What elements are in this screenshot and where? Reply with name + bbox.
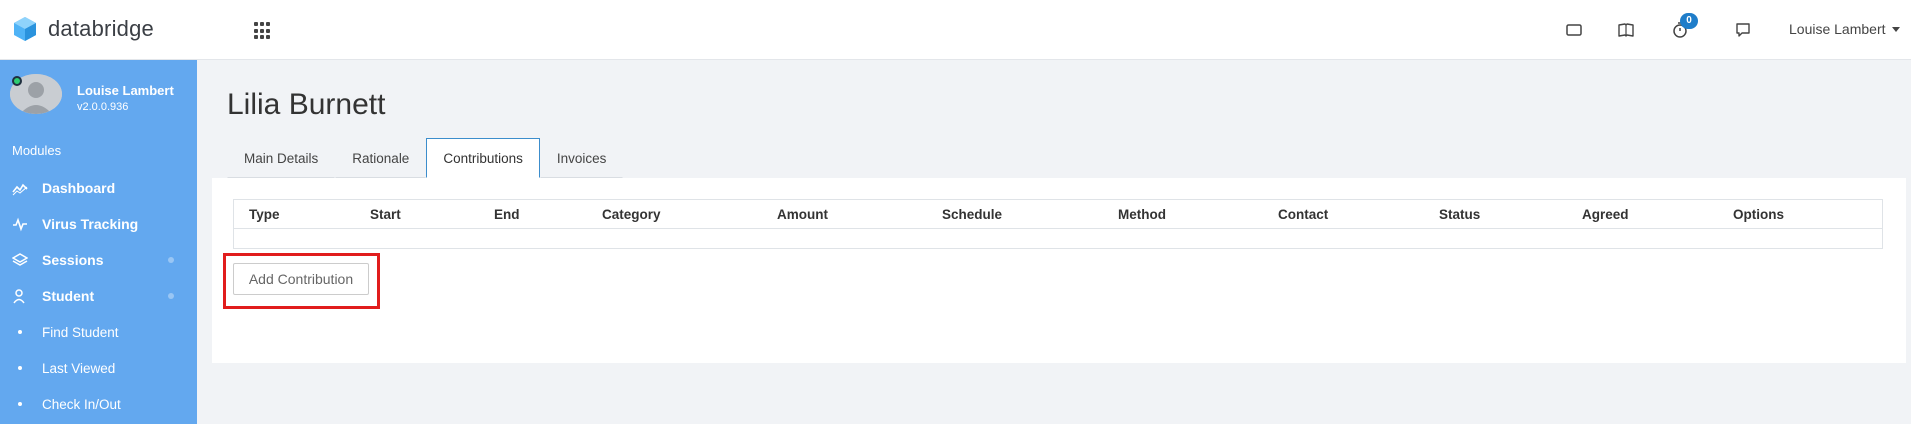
page-title: Lilia Burnett xyxy=(227,88,386,121)
add-contribution-button[interactable]: Add Contribution xyxy=(233,263,369,295)
layers-icon xyxy=(12,253,28,266)
apps-grid-icon[interactable] xyxy=(254,22,272,40)
book-icon[interactable] xyxy=(1617,21,1635,39)
brand[interactable]: databridge xyxy=(12,16,154,42)
users-icon xyxy=(13,289,25,304)
contributions-table: Type Start End Category Amount Schedule … xyxy=(233,199,1883,249)
bullet-icon xyxy=(18,402,22,406)
expand-indicator-icon xyxy=(168,293,174,299)
sidebar-item-label: Student xyxy=(42,288,95,304)
modules-section-label: Modules xyxy=(12,143,62,158)
logo-icon xyxy=(14,17,36,41)
tab-main-details[interactable]: Main Details xyxy=(227,138,336,178)
column-header-options[interactable]: Options xyxy=(1733,207,1784,222)
sidebar-item-label: Check In/Out xyxy=(42,396,121,412)
table-header: Type Start End Category Amount Schedule … xyxy=(234,200,1882,229)
column-header-category[interactable]: Category xyxy=(602,207,661,222)
tab-invoices[interactable]: Invoices xyxy=(539,138,624,178)
bullet-icon xyxy=(18,366,22,370)
bullet-icon xyxy=(18,330,22,334)
sidebar: Louise Lambert v2.0.0.936 Modules Dashbo… xyxy=(0,60,197,424)
sidebar-item-find-student[interactable]: Find Student xyxy=(0,317,197,347)
column-header-start[interactable]: Start xyxy=(370,207,401,222)
column-header-status[interactable]: Status xyxy=(1439,207,1480,222)
online-status-dot xyxy=(12,76,22,86)
column-header-amount[interactable]: Amount xyxy=(777,207,828,222)
sidebar-item-dashboard[interactable]: Dashboard xyxy=(0,173,197,203)
user-profile[interactable]: Louise Lambert v2.0.0.936 xyxy=(10,74,190,118)
chat-icon[interactable] xyxy=(1734,21,1752,39)
tablet-icon[interactable] xyxy=(1565,21,1583,39)
column-header-end[interactable]: End xyxy=(494,207,520,222)
sidebar-item-label: Virus Tracking xyxy=(42,216,139,232)
contributions-panel: Type Start End Category Amount Schedule … xyxy=(212,178,1906,363)
brand-name: databridge xyxy=(48,16,154,41)
expand-indicator-icon xyxy=(168,257,174,263)
column-header-agreed[interactable]: Agreed xyxy=(1582,207,1629,222)
notification-badge: 0 xyxy=(1680,13,1698,29)
column-header-method[interactable]: Method xyxy=(1118,207,1166,222)
user-menu[interactable]: Louise Lambert xyxy=(1789,21,1900,37)
column-header-type[interactable]: Type xyxy=(249,207,280,222)
pulse-icon xyxy=(13,217,27,232)
sidebar-item-virus-tracking[interactable]: Virus Tracking xyxy=(0,209,197,239)
sidebar-item-label: Find Student xyxy=(42,324,119,340)
user-menu-name: Louise Lambert xyxy=(1789,21,1886,37)
sidebar-item-label: Sessions xyxy=(42,252,104,268)
sidebar-item-label: Dashboard xyxy=(42,180,116,196)
sidebar-item-label: Last Viewed xyxy=(42,360,116,376)
caret-down-icon xyxy=(1891,26,1900,32)
app-version: v2.0.0.936 xyxy=(77,101,129,113)
sidebar-item-check-in-out[interactable]: Check In/Out xyxy=(0,389,197,419)
tab-rationale[interactable]: Rationale xyxy=(335,138,427,178)
tab-contributions[interactable]: Contributions xyxy=(426,138,540,178)
sidebar-item-student[interactable]: Student xyxy=(0,281,197,311)
profile-name: Louise Lambert xyxy=(77,83,174,98)
column-header-schedule[interactable]: Schedule xyxy=(942,207,1002,222)
column-header-contact[interactable]: Contact xyxy=(1278,207,1328,222)
sidebar-item-sessions[interactable]: Sessions xyxy=(0,245,197,275)
tab-bar: Main Details Rationale Contributions Inv… xyxy=(227,138,624,178)
top-bar: databridge 0 Louise Lambert xyxy=(0,0,1911,60)
chart-line-icon xyxy=(12,183,28,196)
sidebar-item-last-viewed[interactable]: Last Viewed xyxy=(0,353,197,383)
